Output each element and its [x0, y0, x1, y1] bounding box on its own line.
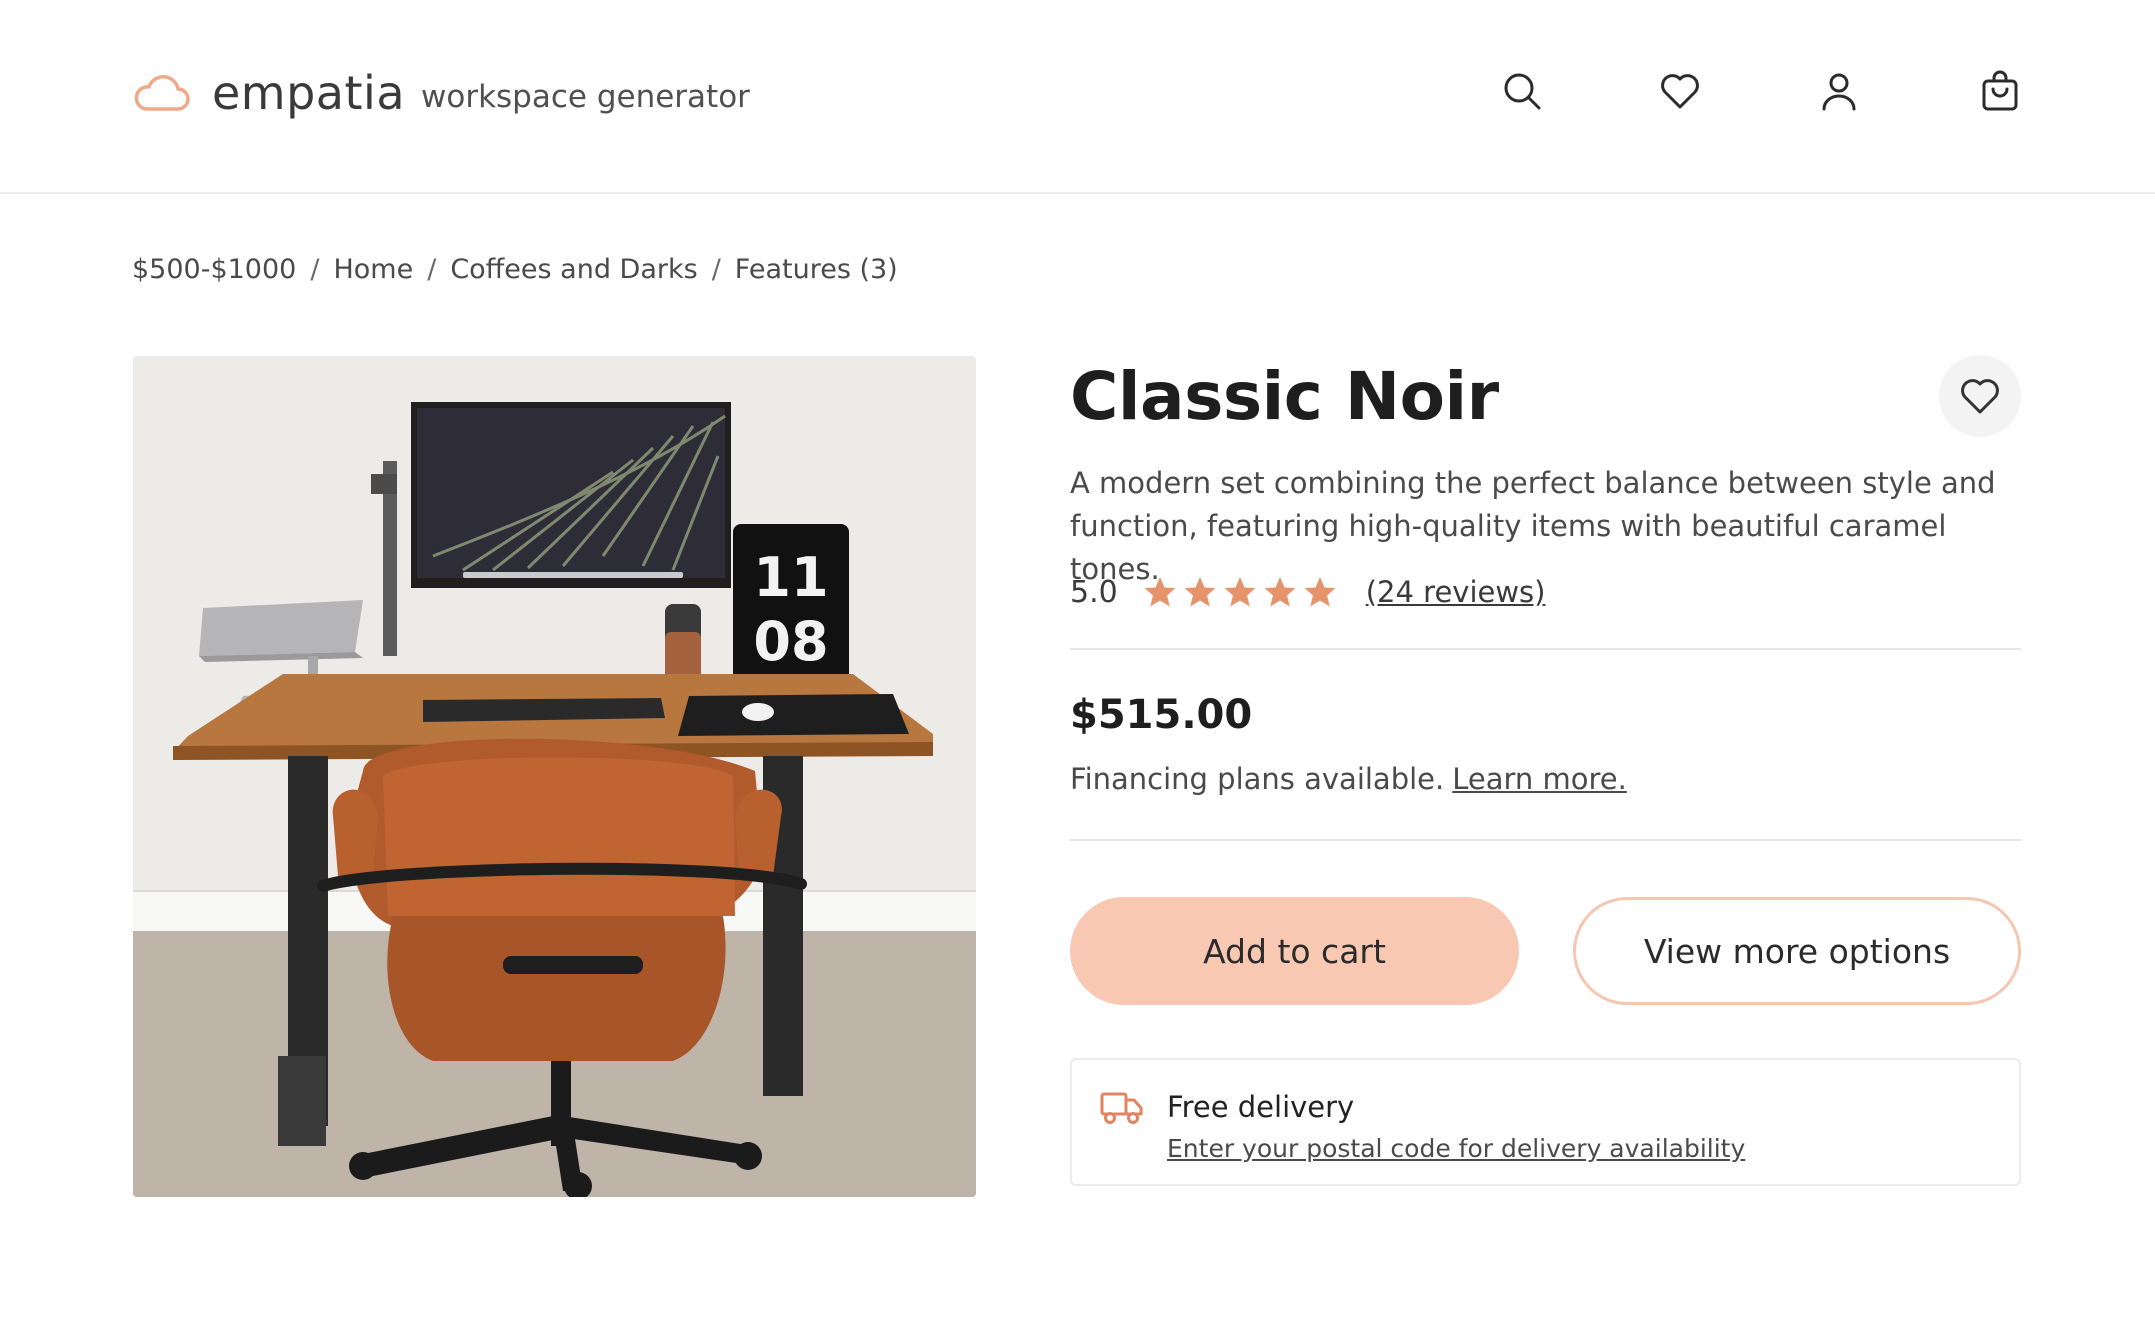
- desk-setup-illustration: 11 08: [133, 356, 976, 1197]
- breadcrumb-item[interactable]: Home: [333, 254, 413, 285]
- star-icon: [1304, 577, 1336, 607]
- cloud-logo-icon: [134, 74, 190, 111]
- star-rating: [1140, 574, 1340, 610]
- star-icon: [1264, 577, 1296, 607]
- clock-hour-text: 11: [753, 546, 828, 609]
- delivery-info-box: Free delivery Enter your postal code for…: [1070, 1058, 2021, 1186]
- divider: [1070, 648, 2021, 650]
- product-title: Classic Noir: [1070, 358, 1499, 435]
- rating-value: 5.0: [1070, 574, 1118, 610]
- site-header: empatia workspace generator: [0, 0, 2155, 194]
- heart-icon[interactable]: [1659, 70, 1701, 112]
- breadcrumb-item[interactable]: $500-$1000: [132, 254, 296, 285]
- breadcrumb-separator: /: [711, 254, 721, 285]
- brand-name: empatia: [212, 66, 406, 120]
- add-to-wishlist-button[interactable]: [1939, 355, 2021, 437]
- clock-minute-text: 08: [753, 610, 828, 673]
- breadcrumb-item[interactable]: Features (3): [735, 254, 898, 285]
- view-more-options-button[interactable]: View more options: [1573, 897, 2021, 1005]
- star-icon: [1184, 577, 1216, 607]
- product-description: A modern set combining the perfect balan…: [1070, 466, 1996, 586]
- search-icon[interactable]: [1501, 70, 1543, 112]
- breadcrumb-separator: /: [427, 254, 437, 285]
- financing-info: Financing plans available. Learn more.: [1070, 762, 1627, 796]
- product-rating: 5.0 (24 reviews): [1070, 574, 1545, 610]
- heart-icon: [1961, 379, 1999, 414]
- breadcrumb: $500-$1000 / Home / Coffees and Darks / …: [132, 254, 898, 285]
- add-to-cart-button[interactable]: Add to cart: [1070, 897, 1519, 1005]
- product-price: $515.00: [1070, 692, 1253, 738]
- star-icon: [1144, 577, 1176, 607]
- divider: [1070, 839, 2021, 841]
- product-image: 11 08: [133, 356, 976, 1197]
- shopping-bag-icon[interactable]: [1979, 70, 2021, 112]
- star-icon: [1224, 577, 1256, 607]
- user-icon[interactable]: [1818, 70, 1860, 112]
- reviews-link[interactable]: (24 reviews): [1366, 575, 1546, 609]
- brand-tagline: workspace generator: [421, 79, 750, 115]
- truck-icon: [1100, 1092, 1143, 1124]
- logo[interactable]: empatia workspace generator: [132, 66, 750, 120]
- delivery-title: Free delivery: [1167, 1090, 1355, 1124]
- breadcrumb-item[interactable]: Coffees and Darks: [450, 254, 697, 285]
- learn-more-link[interactable]: Learn more.: [1452, 762, 1627, 796]
- postal-code-link[interactable]: Enter your postal code for delivery avai…: [1167, 1134, 1745, 1163]
- financing-text: Financing plans available.: [1070, 762, 1445, 796]
- breadcrumb-separator: /: [310, 254, 320, 285]
